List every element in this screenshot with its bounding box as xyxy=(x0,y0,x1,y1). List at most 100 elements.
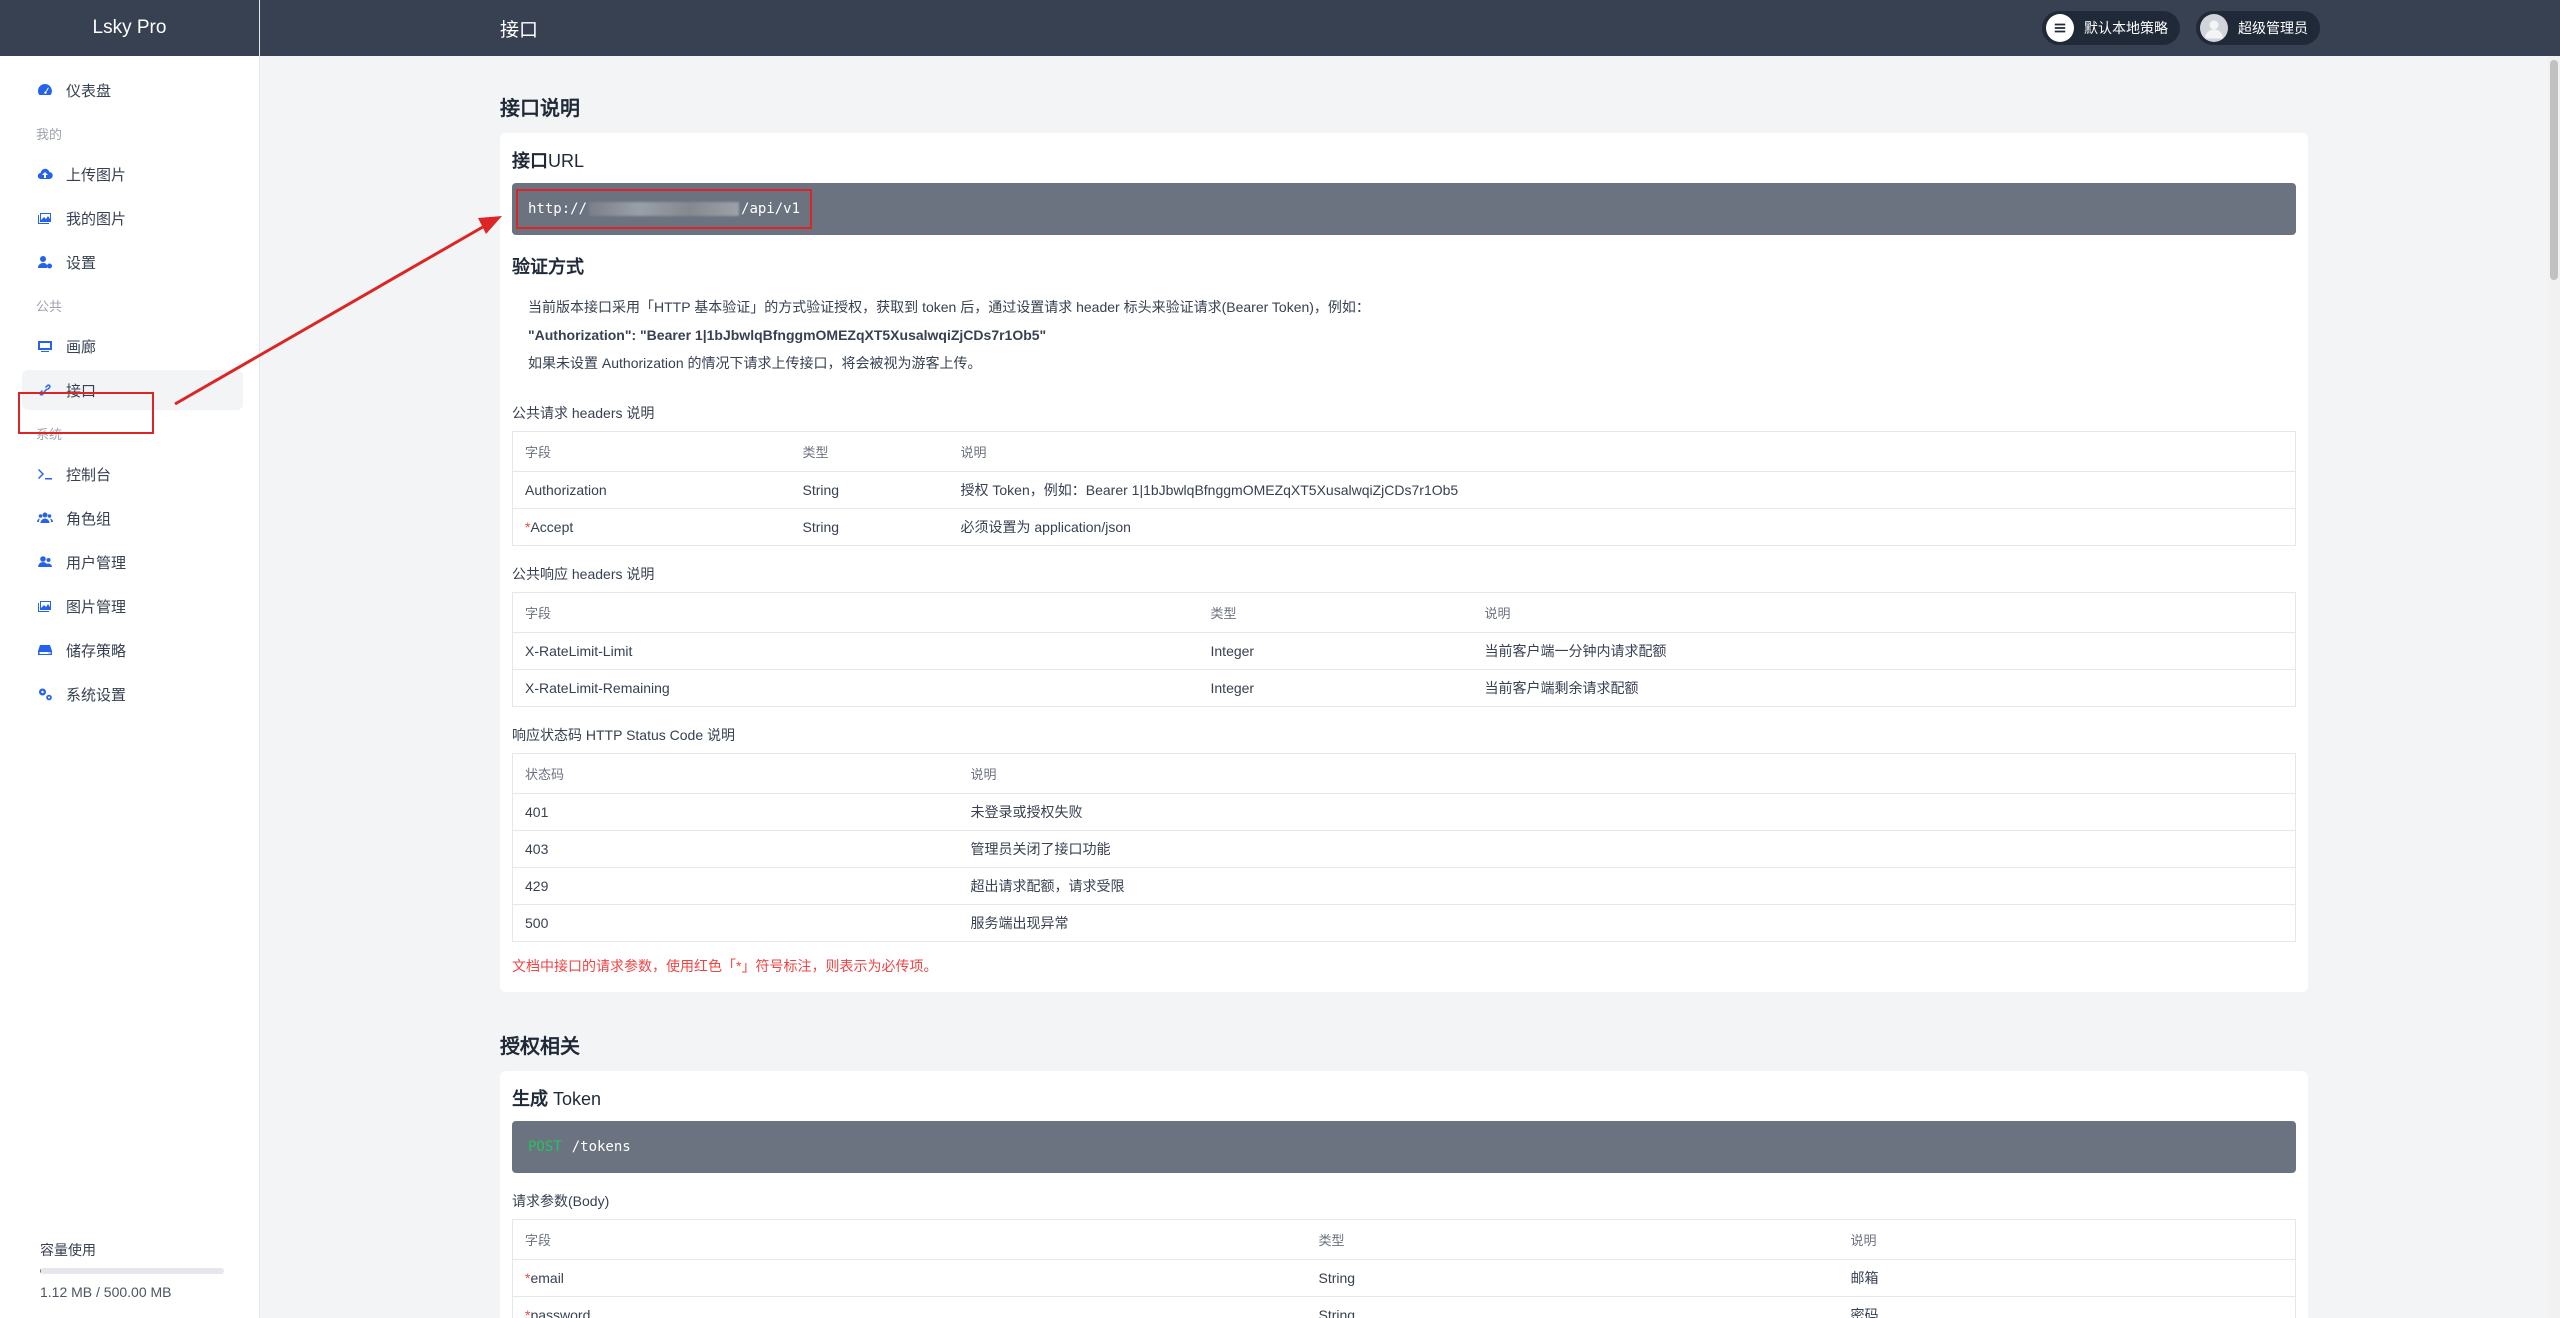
table-row: Authorization String 授权 Token，例如：Bearer … xyxy=(512,471,2296,509)
cell-desc: 必须设置为 application/json xyxy=(948,508,2296,546)
req-headers-table: 字段 类型 说明 Authorization String 授权 Token，例… xyxy=(512,431,2296,546)
storage-usage: 容量使用 1.12 MB / 500.00 MB xyxy=(40,1240,224,1300)
cell-desc: 当前客户端剩余请求配额 xyxy=(1472,669,2296,707)
sidebar-item-images[interactable]: 图片管理 xyxy=(22,586,243,626)
usage-text: 1.12 MB / 500.00 MB xyxy=(40,1284,172,1300)
auth-line-3: 如果未设置 Authorization 的情况下请求上传接口，将会被视为游客上传… xyxy=(528,355,982,371)
scrollbar-thumb[interactable] xyxy=(2550,60,2558,280)
table-row: 403 管理员关闭了接口功能 xyxy=(512,830,2296,868)
sidebar-item-users[interactable]: 用户管理 xyxy=(22,542,243,582)
usage-progress-bar xyxy=(40,1268,224,1274)
cell-field: *password xyxy=(512,1296,1307,1318)
sidebar-item-storage[interactable]: 储存策略 xyxy=(22,630,243,670)
http-method: POST xyxy=(528,1139,562,1155)
brand-logo[interactable]: Lsky Pro xyxy=(0,0,259,56)
auth-title: 验证方式 xyxy=(512,257,584,277)
sidebar-item-system-settings[interactable]: 系统设置 xyxy=(22,674,243,714)
sidebar-item-roles[interactable]: 角色组 xyxy=(22,498,243,538)
gen-token-title: 生成 Token xyxy=(512,1089,602,1109)
cell-field: *Accept xyxy=(512,508,791,546)
table-header: 字段 xyxy=(512,431,791,472)
table-header: 说明 xyxy=(1838,1219,2296,1260)
auth-line-2: "Authorization": "Bearer 1|1bJbwlqBfnggm… xyxy=(512,321,2296,349)
cell-desc: 未登录或授权失败 xyxy=(958,793,2296,831)
cell-type: Integer xyxy=(1198,632,1473,670)
cell-field: *email xyxy=(512,1259,1307,1297)
req-headers-title: 公共请求 headers 说明 xyxy=(512,405,655,421)
table-header: 字段 xyxy=(512,592,1199,633)
sidebar: Lsky Pro 仪表盘 我的 上传图片 我的图片 设置 公共 画廊 接口 系统 xyxy=(0,0,260,1318)
user-menu-button[interactable]: 超级管理员 xyxy=(2196,11,2320,45)
cell-type: String xyxy=(790,471,949,509)
topbar-actions: 默认本地策略 超级管理员 xyxy=(2042,11,2320,45)
page-title: 接口 xyxy=(500,19,539,41)
topbar: 接口 默认本地策略 超级管理员 xyxy=(260,0,2560,56)
gallery-icon xyxy=(36,337,54,355)
cell-desc: 超出请求配额，请求受限 xyxy=(958,867,2296,905)
auth-line-1: 当前版本接口采用「HTTP 基本验证」的方式验证授权，获取到 token 后，通… xyxy=(528,299,1370,315)
users-cog-icon xyxy=(36,553,54,571)
table-row: X-RateLimit-Remaining Integer 当前客户端剩余请求配… xyxy=(512,669,2296,707)
usage-progress-fill xyxy=(40,1268,41,1274)
status-table: 状态码 说明 401 未登录或授权失败 403 管理员关闭了接口功能 429 超出请求… xyxy=(512,753,2296,942)
cell-type: String xyxy=(790,508,949,546)
table-row: 401 未登录或授权失败 xyxy=(512,793,2296,831)
api-nav-highlight-box xyxy=(18,392,154,434)
sidebar-item-gallery[interactable]: 画廊 xyxy=(22,326,243,366)
table-row: *email String 邮箱 xyxy=(512,1259,2296,1297)
table-row: 500 服务端出现异常 xyxy=(512,904,2296,942)
cell-field: Authorization xyxy=(512,471,791,509)
users-group-icon xyxy=(36,509,54,527)
images-icon xyxy=(36,209,54,227)
table-header: 类型 xyxy=(1306,1219,1839,1260)
cell-code: 500 xyxy=(512,904,959,942)
sidebar-group-public: 公共 xyxy=(36,299,63,314)
cell-code: 403 xyxy=(512,830,959,868)
table-header: 字段 xyxy=(512,1219,1307,1260)
sidebar-item-label: 角色组 xyxy=(66,510,112,528)
status-title: 响应状态码 HTTP Status Code 说明 xyxy=(512,727,736,743)
url-title: 接口URL xyxy=(512,147,2296,173)
table-header: 说明 xyxy=(1472,592,2296,633)
cell-desc: 管理员关闭了接口功能 xyxy=(958,830,2296,868)
cell-code: 401 xyxy=(512,793,959,831)
sidebar-item-upload[interactable]: 上传图片 xyxy=(22,154,243,194)
cell-code: 429 xyxy=(512,867,959,905)
sidebar-item-settings[interactable]: 设置 xyxy=(22,242,243,282)
sidebar-item-label: 我的图片 xyxy=(66,210,127,228)
body-params-title: 请求参数(Body) xyxy=(512,1193,610,1209)
images-manage-icon xyxy=(36,597,54,615)
sidebar-item-label: 仪表盘 xyxy=(66,82,112,100)
dashboard-icon xyxy=(36,81,54,99)
terminal-icon xyxy=(36,465,54,483)
table-header: 类型 xyxy=(790,431,949,472)
url-highlight-box xyxy=(516,189,812,229)
sidebar-item-dashboard[interactable]: 仪表盘 xyxy=(22,70,243,110)
table-header: 说明 xyxy=(958,753,2296,794)
endpoint-path: /tokens xyxy=(571,1139,631,1155)
sidebar-item-my-images[interactable]: 我的图片 xyxy=(22,198,243,238)
body-params-table: 字段 类型 说明 *email String 邮箱 *password Stri… xyxy=(512,1219,2296,1318)
auth-card: 生成 Token POST /tokens 请求参数(Body) 字段 类型 说… xyxy=(500,1071,2308,1318)
token-endpoint-code: POST /tokens xyxy=(512,1121,2296,1173)
table-row: *password String 密码 xyxy=(512,1296,2296,1318)
resp-headers-table: 字段 类型 说明 X-RateLimit-Limit Integer 当前客户端… xyxy=(512,592,2296,707)
sidebar-item-label: 图片管理 xyxy=(66,598,127,616)
sidebar-nav: 仪表盘 我的 上传图片 我的图片 设置 公共 画廊 接口 系统 控制台 角色组 … xyxy=(0,56,259,714)
sidebar-item-label: 控制台 xyxy=(66,466,112,484)
cell-field: X-RateLimit-Remaining xyxy=(512,669,1199,707)
strategy-button[interactable]: 默认本地策略 xyxy=(2042,11,2180,45)
user-label: 超级管理员 xyxy=(2238,20,2308,36)
list-icon xyxy=(2046,14,2074,42)
gears-icon xyxy=(36,685,54,703)
auth-section-title: 授权相关 xyxy=(500,1036,580,1058)
sidebar-item-label: 上传图片 xyxy=(66,166,127,184)
table-header: 类型 xyxy=(1198,592,1473,633)
avatar xyxy=(2200,14,2228,42)
sidebar-item-console[interactable]: 控制台 xyxy=(22,454,243,494)
strategy-label: 默认本地策略 xyxy=(2084,20,2168,36)
cell-type: String xyxy=(1306,1259,1839,1297)
sidebar-group-mine: 我的 xyxy=(36,127,63,142)
main-content: 接口说明 接口URL http:// /api/v1 验证方式 当前版本接口采用… xyxy=(500,56,2308,1318)
user-gear-icon xyxy=(36,253,54,271)
